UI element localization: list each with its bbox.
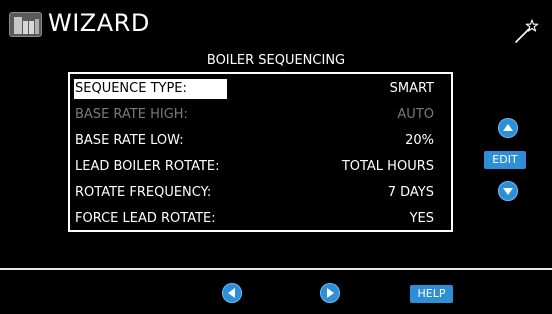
bottom-divider — [0, 268, 552, 270]
app-logo-icon — [9, 12, 42, 37]
next-page-button[interactable] — [320, 283, 340, 303]
scroll-down-button[interactable] — [498, 181, 518, 201]
setting-row-sequence-type[interactable]: SEQUENCE TYPE: SMART — [74, 79, 447, 101]
setting-label: FORCE LEAD ROTATE: — [75, 211, 216, 226]
wizard-screen: WIZARD BOILER SEQUENCING SEQUENCE TYPE: … — [0, 0, 552, 314]
setting-value: 20% — [405, 133, 434, 148]
setting-label: LEAD BOILER ROTATE: — [75, 159, 220, 174]
arrow-right-icon — [327, 288, 334, 298]
setting-value: TOTAL HOURS — [341, 159, 434, 174]
magic-wand-icon[interactable] — [514, 18, 540, 44]
arrow-left-icon — [228, 288, 235, 298]
setting-row-force-lead-rotate[interactable]: FORCE LEAD ROTATE: YES — [74, 209, 447, 231]
setting-label: BASE RATE LOW: — [75, 133, 184, 148]
scroll-up-button[interactable] — [498, 118, 518, 138]
settings-panel: SEQUENCE TYPE: SMART BASE RATE HIGH: AUT… — [68, 72, 453, 232]
setting-label: SEQUENCE TYPE: — [74, 79, 227, 99]
setting-value: SMART — [389, 81, 434, 96]
setting-row-base-rate-high: BASE RATE HIGH: AUTO — [74, 105, 447, 127]
setting-row-lead-boiler-rotate[interactable]: LEAD BOILER ROTATE: TOTAL HOURS — [74, 157, 447, 179]
app-title: WIZARD — [48, 9, 150, 37]
setting-label: BASE RATE HIGH: — [75, 107, 188, 122]
page-title: BOILER SEQUENCING — [206, 53, 346, 68]
arrow-down-icon — [503, 188, 513, 195]
setting-row-base-rate-low[interactable]: BASE RATE LOW: 20% — [74, 131, 447, 153]
arrow-up-icon — [503, 124, 513, 131]
help-button[interactable]: HELP — [410, 285, 453, 303]
edit-button[interactable]: EDIT — [484, 151, 526, 169]
setting-row-rotate-frequency[interactable]: ROTATE FREQUENCY: 7 DAYS — [74, 183, 447, 205]
setting-value: YES — [409, 211, 434, 226]
setting-label: ROTATE FREQUENCY: — [75, 185, 212, 200]
setting-value: AUTO — [397, 107, 434, 122]
setting-value: 7 DAYS — [387, 185, 434, 200]
previous-page-button[interactable] — [222, 283, 242, 303]
